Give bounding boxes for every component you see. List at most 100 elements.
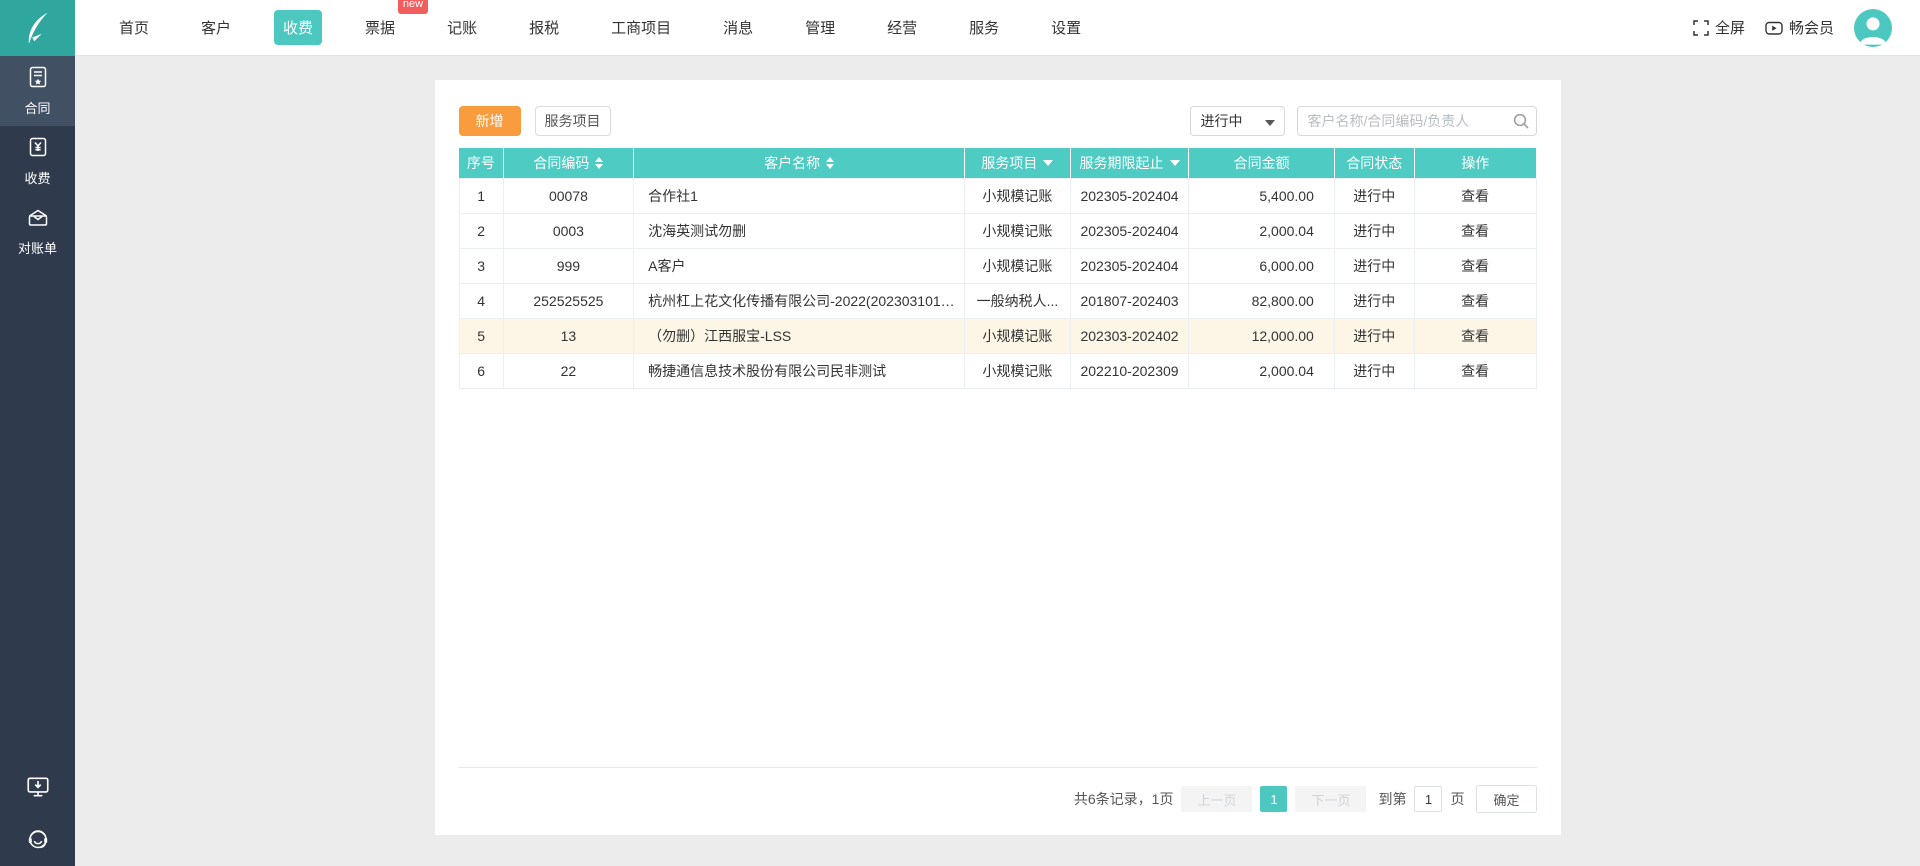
service-items-button[interactable]: 服务项目 [534, 106, 611, 136]
nav-item-customers[interactable]: 客户 [192, 10, 240, 45]
nav-item-bookkeeping[interactable]: 记账 [438, 10, 486, 45]
cell-customer: 杭州杠上花文化传播有限公司-2022(202303101304... [633, 282, 966, 319]
nav-item-tax-filing[interactable]: 报税 [520, 10, 568, 45]
sidebar-bottom-tools [0, 774, 75, 852]
view-link[interactable]: 查看 [1461, 293, 1489, 309]
cell-status: 进行中 [1333, 317, 1415, 354]
user-avatar[interactable] [1854, 8, 1892, 47]
cell-period: 202303-202402 [1069, 317, 1190, 354]
nav-item-management[interactable]: 管理 [796, 10, 844, 45]
nav-item-home[interactable]: 首页 [110, 10, 158, 45]
prev-page-button[interactable]: 上一页 [1181, 786, 1253, 812]
toolbar-right: 进行中 [1189, 106, 1537, 136]
nav-item-label: 服务 [969, 20, 1000, 37]
view-link[interactable]: 查看 [1461, 328, 1489, 344]
nav-item-label: 消息 [723, 20, 754, 37]
column-header-5[interactable]: 服务期限起止 [1070, 148, 1190, 178]
fee-icon [26, 135, 50, 162]
cell-amount: 2,000.04 [1188, 352, 1335, 389]
cell-seq: 4 [458, 282, 504, 319]
nav-item-messages[interactable]: 消息 [714, 10, 762, 45]
top-navigation: 首页 客户 收费 票据 new 记账 报税 工商项目 消息 管理 经营 服务 设置 全屏 畅会员 [0, 0, 1920, 56]
cell-customer: 畅捷通信息技术股份有限公司民非测试 [633, 352, 966, 389]
cell-amount: 5,400.00 [1188, 177, 1335, 214]
cell-action: 查看 [1413, 317, 1537, 354]
contract-icon [26, 65, 50, 92]
toolbar: 新增 服务项目 进行中 [435, 80, 1561, 136]
search-icon[interactable] [1512, 112, 1530, 135]
cell-amount: 82,800.00 [1188, 282, 1335, 319]
app-logo[interactable] [0, 0, 75, 56]
cell-service: 小规模记账 [964, 247, 1071, 284]
filter-caret-icon[interactable] [1169, 159, 1180, 166]
cell-amount: 2,000.04 [1188, 212, 1335, 249]
feather-logo-icon [27, 12, 47, 45]
cell-code: 00078 [502, 177, 635, 214]
statement-icon [26, 205, 50, 232]
nav-item-label: 票据 [365, 20, 396, 37]
member-button[interactable]: 畅会员 [1765, 17, 1834, 38]
cell-code: 999 [502, 247, 635, 284]
view-link[interactable]: 查看 [1461, 363, 1489, 379]
search-input[interactable] [1296, 106, 1537, 136]
member-label: 畅会员 [1788, 20, 1834, 37]
view-link[interactable]: 查看 [1461, 258, 1489, 274]
nav-item-fees[interactable]: 收费 [274, 10, 323, 45]
cell-service: 小规模记账 [964, 317, 1071, 354]
view-link[interactable]: 查看 [1461, 223, 1489, 239]
customer-service-icon[interactable] [26, 828, 50, 852]
sidebar-item-label: 合同 [24, 101, 51, 116]
cell-code: 22 [502, 352, 635, 389]
contracts-table: 序号 合同编码 客户名称 服务项目 服务期限起止 合同金额 合同状态 操作 1 00078 合作社… [458, 148, 1537, 389]
cell-seq: 2 [458, 212, 504, 249]
add-button[interactable]: 新增 [458, 106, 521, 136]
column-header-3[interactable]: 客户名称 [633, 148, 966, 178]
client-download-icon[interactable] [25, 774, 51, 800]
cell-action: 查看 [1413, 352, 1537, 389]
cell-period: 202305-202404 [1069, 212, 1190, 249]
goto-confirm-button[interactable]: 确定 [1476, 785, 1537, 813]
cell-customer: （勿删）江西服宝-LSS [633, 317, 966, 354]
column-header-2[interactable]: 合同编码 [503, 148, 635, 178]
cell-amount: 6,000.00 [1188, 247, 1335, 284]
cell-service: 小规模记账 [964, 212, 1071, 249]
sidebar-item-statement[interactable]: 对账单 [0, 196, 75, 266]
next-page-button[interactable]: 下一页 [1295, 786, 1367, 812]
column-label: 服务期限起止 [1079, 154, 1164, 171]
current-page-button[interactable]: 1 [1260, 786, 1288, 812]
fullscreen-button[interactable]: 全屏 [1693, 17, 1745, 38]
column-header-6: 合同金额 [1188, 148, 1335, 178]
goto-page-input[interactable] [1414, 786, 1443, 812]
cell-customer: A客户 [633, 247, 966, 284]
nav-item-operations[interactable]: 经营 [878, 10, 926, 45]
new-badge: new [397, 0, 429, 14]
filter-caret-icon[interactable] [1043, 159, 1054, 166]
sort-icon[interactable] [595, 156, 604, 169]
sidebar-item-fee[interactable]: 收费 [0, 126, 75, 196]
column-label: 序号 [466, 154, 495, 171]
nav-item-label: 客户 [201, 20, 232, 37]
view-link[interactable]: 查看 [1461, 188, 1489, 204]
cell-service: 一般纳税人... [964, 282, 1071, 319]
column-label: 操作 [1461, 154, 1490, 171]
column-header-4[interactable]: 服务项目 [964, 148, 1071, 178]
fullscreen-icon [1693, 19, 1709, 36]
table-row: 1 00078 合作社1 小规模记账 202305-202404 5,400.00 进行中 查… [458, 177, 1537, 214]
status-filter-select[interactable]: 进行中 [1189, 106, 1285, 136]
sidebar-item-contract[interactable]: 合同 [0, 56, 75, 126]
sort-icon[interactable] [826, 156, 835, 169]
column-header-8: 操作 [1414, 148, 1536, 178]
nav-item-label: 记账 [447, 20, 478, 37]
nav-item-settings[interactable]: 设置 [1042, 10, 1090, 45]
cell-status: 进行中 [1333, 177, 1415, 214]
contracts-panel: 新增 服务项目 进行中 客户名称/合同编码/负责人 序号 合同编码 客户名称 服… [434, 80, 1561, 835]
nav-item-business-projects[interactable]: 工商项目 [602, 10, 680, 45]
cell-period: 202305-202404 [1069, 247, 1190, 284]
nav-item-invoices[interactable]: 票据 new [356, 0, 429, 45]
play-member-icon [1765, 21, 1783, 35]
cell-code: 13 [502, 317, 635, 354]
table-row: 4 252525525 杭州杠上花文化传播有限公司-2022(20230310130… [458, 282, 1537, 319]
nav-item-services[interactable]: 服务 [960, 10, 1008, 45]
cell-seq: 5 [458, 317, 504, 354]
column-label: 服务项目 [981, 154, 1038, 171]
